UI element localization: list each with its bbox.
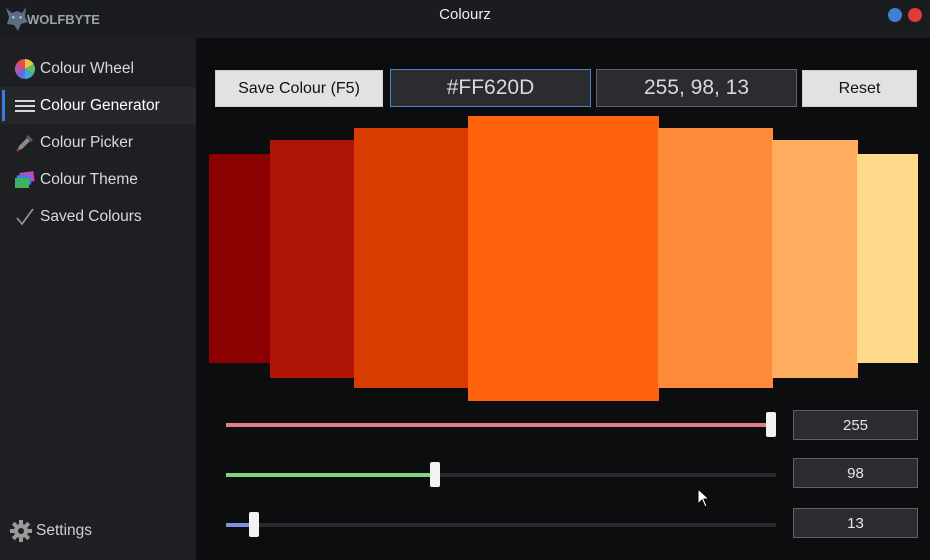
checkmark-icon bbox=[14, 206, 36, 228]
colour-wheel-icon bbox=[14, 58, 36, 80]
sidebar-item-saved-colours[interactable]: Saved Colours bbox=[0, 198, 196, 235]
sidebar-item-colour-picker[interactable]: Colour Picker bbox=[0, 124, 196, 161]
red-value-field[interactable]: 255 bbox=[793, 410, 918, 440]
close-button[interactable] bbox=[908, 8, 922, 22]
gear-icon bbox=[10, 520, 32, 542]
rgb-field[interactable]: 255, 98, 13 bbox=[596, 69, 797, 107]
sidebar-item-label: Colour Picker bbox=[40, 133, 134, 151]
green-value-field[interactable]: 98 bbox=[793, 458, 918, 488]
save-colour-button[interactable]: Save Colour (F5) bbox=[215, 70, 383, 107]
sidebar-item-label: Colour Wheel bbox=[40, 59, 134, 77]
green-slider[interactable] bbox=[226, 462, 776, 487]
sidebar-item-label: Saved Colours bbox=[40, 207, 142, 225]
sidebar-item-colour-theme[interactable]: Colour Theme bbox=[0, 161, 196, 198]
eyedropper-icon bbox=[14, 132, 36, 154]
sidebar: Colour Wheel Colour Generator Colour Pic… bbox=[0, 38, 196, 560]
settings-label: Settings bbox=[36, 522, 93, 539]
sidebar-item-colour-wheel[interactable]: Colour Wheel bbox=[0, 50, 196, 87]
swatch-1[interactable] bbox=[209, 154, 271, 363]
sidebar-item-colour-generator[interactable]: Colour Generator bbox=[0, 87, 196, 124]
blue-value-field[interactable]: 13 bbox=[793, 508, 918, 538]
green-slider-thumb[interactable] bbox=[430, 462, 440, 487]
theme-cards-icon bbox=[14, 169, 36, 191]
settings-button[interactable]: Settings bbox=[10, 520, 92, 542]
swatch-2[interactable] bbox=[270, 140, 355, 378]
generator-lines-icon bbox=[14, 95, 36, 117]
swatch-6[interactable] bbox=[772, 140, 858, 378]
window-title: Colourz bbox=[439, 6, 491, 23]
red-slider[interactable] bbox=[226, 412, 776, 437]
sidebar-item-label: Colour Theme bbox=[40, 170, 138, 188]
mouse-cursor-icon bbox=[697, 488, 711, 508]
swatch-7[interactable] bbox=[857, 154, 918, 363]
swatch-5[interactable] bbox=[658, 128, 773, 388]
red-slider-fill bbox=[226, 423, 771, 427]
reset-button[interactable]: Reset bbox=[802, 70, 917, 107]
green-slider-fill bbox=[226, 473, 435, 477]
swatch-3[interactable] bbox=[354, 128, 469, 388]
sidebar-item-label: Colour Generator bbox=[40, 96, 160, 114]
red-slider-thumb[interactable] bbox=[766, 412, 776, 437]
swatch-4-selected[interactable] bbox=[468, 116, 659, 401]
blue-slider-thumb[interactable] bbox=[249, 512, 259, 537]
title-bar: WOLFBYTE Colourz bbox=[0, 0, 930, 38]
hex-field[interactable]: #FF620D bbox=[390, 69, 591, 107]
blue-slider[interactable] bbox=[226, 512, 776, 537]
minimize-button[interactable] bbox=[888, 8, 902, 22]
